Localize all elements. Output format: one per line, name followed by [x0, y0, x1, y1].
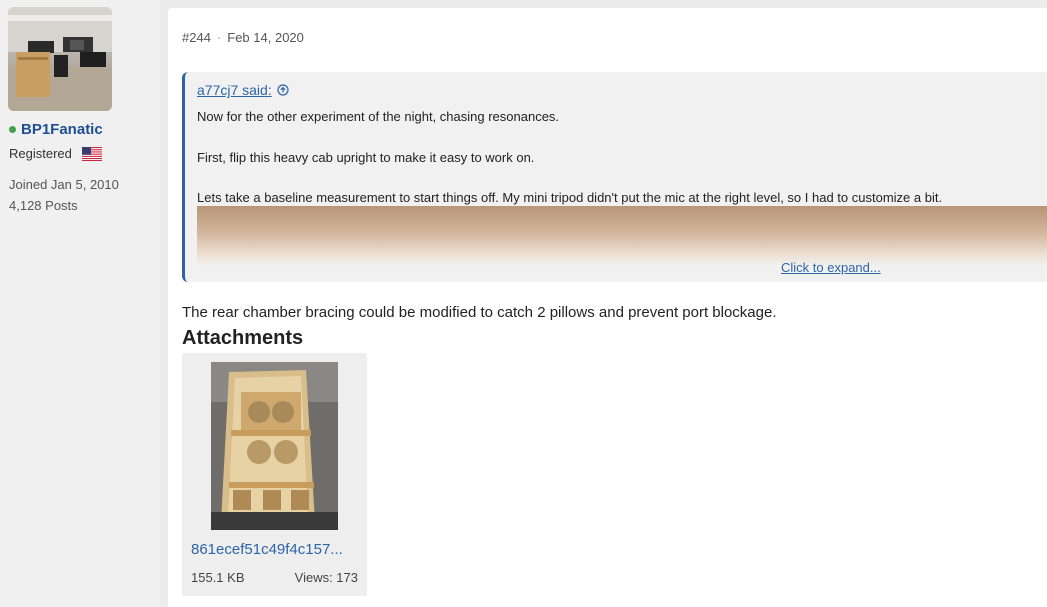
post-meta: #244 · Feb 14, 2020	[182, 30, 304, 45]
quote-attribution: a77cj7 said:	[197, 82, 289, 98]
quote-block: a77cj7 said: Now for the other experimen…	[182, 72, 1047, 282]
attachment-size: 155.1 KB	[191, 570, 245, 585]
quote-author-link[interactable]: a77cj7 said:	[197, 82, 272, 98]
attachment-filename-link[interactable]: 861ecef51c49f4c157...	[191, 541, 359, 558]
quote-line: Lets take a baseline measurement to star…	[197, 190, 943, 205]
post-container: #244 · Feb 14, 2020 a77cj7 said: Now for…	[168, 8, 1047, 607]
user-role-row: Registered	[9, 146, 102, 161]
post-date-link[interactable]: Feb 14, 2020	[227, 30, 304, 45]
username-row: BP1Fanatic	[9, 121, 103, 138]
post-number-link[interactable]: #244	[182, 30, 211, 45]
quote-line: First, flip this heavy cab upright to ma…	[197, 150, 535, 165]
attachment-thumbnail[interactable]	[211, 362, 338, 530]
post-body-text: The rear chamber bracing could be modifi…	[182, 304, 777, 321]
attachment-card[interactable]: 861ecef51c49f4c157... 155.1 KB Views: 17…	[182, 353, 367, 596]
attachments-heading: Attachments	[182, 327, 304, 349]
attachment-views: Views: 173	[294, 570, 358, 585]
username-link[interactable]: BP1Fanatic	[21, 121, 103, 138]
user-sidebar: BP1Fanatic Registered Joined Jan 5, 2010…	[0, 0, 160, 607]
meta-separator: ·	[216, 30, 222, 45]
user-post-count: 4,128 Posts	[9, 198, 78, 213]
online-status-icon	[9, 126, 16, 133]
user-join-date: Joined Jan 5, 2010	[9, 177, 119, 192]
user-role: Registered	[9, 146, 72, 161]
quote-image-preview	[197, 206, 1047, 266]
jump-to-quote-icon[interactable]	[277, 84, 289, 96]
us-flag-icon	[81, 146, 102, 161]
quote-line: Now for the other experiment of the nigh…	[197, 109, 560, 124]
expand-quote-link[interactable]: Click to expand...	[781, 260, 881, 275]
user-avatar[interactable]	[8, 7, 112, 111]
